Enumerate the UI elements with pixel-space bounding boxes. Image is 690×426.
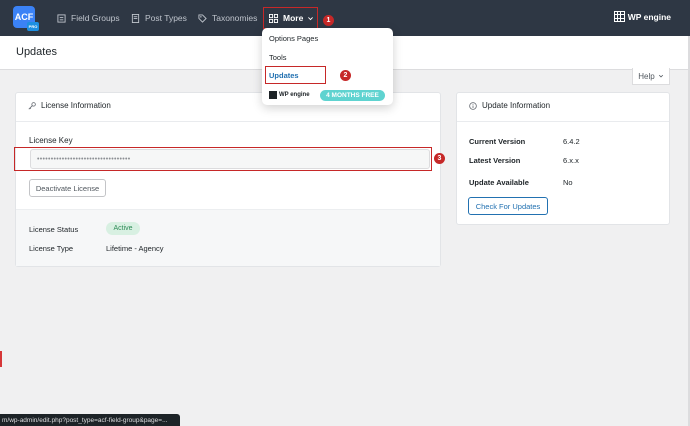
- current-version-label: Current Version: [469, 137, 526, 146]
- deactivate-license-button[interactable]: Deactivate License: [29, 179, 106, 197]
- update-panel-title-text: Update Information: [482, 101, 551, 110]
- chevron-down-icon: [308, 16, 314, 20]
- annotation-highlight-updates: [265, 66, 326, 84]
- nav-post-types-label: Post Types: [145, 13, 187, 23]
- license-panel-title-text: License Information: [41, 101, 111, 110]
- license-type-value: Lifetime - Agency: [106, 244, 164, 253]
- nav-taxonomies-label: Taxonomies: [212, 13, 258, 23]
- tag-icon: [198, 13, 207, 23]
- nav-more-label: More: [283, 13, 304, 23]
- license-details: License Status Active License Type Lifet…: [16, 209, 440, 266]
- latest-version-label: Latest Version: [469, 156, 521, 165]
- menu-item-tools[interactable]: Tools: [269, 53, 287, 62]
- key-icon: [28, 101, 36, 109]
- help-tab-button[interactable]: Help: [632, 68, 670, 85]
- chevron-down-icon: [658, 74, 663, 78]
- promo-badge[interactable]: 4 MONTHS FREE: [320, 90, 385, 101]
- nav-field-groups-label: Field Groups: [71, 13, 120, 23]
- page-title: Updates: [16, 46, 57, 58]
- menu-item-options-pages[interactable]: Options Pages: [269, 34, 318, 43]
- license-panel-title: License Information: [28, 101, 111, 110]
- nav-post-types[interactable]: Post Types: [131, 0, 187, 36]
- divider: [457, 121, 669, 122]
- nav-more-menu[interactable]: More: [263, 7, 318, 29]
- nav-taxonomies[interactable]: Taxonomies: [198, 0, 257, 36]
- acf-logo-text: ACF: [14, 12, 34, 22]
- edge-marker: [0, 351, 2, 367]
- info-icon: [469, 101, 477, 110]
- wp-engine-logo-text: WP engine: [627, 11, 671, 22]
- latest-version-value: 6.x.x: [563, 156, 579, 165]
- current-version-value: 6.4.2: [563, 137, 580, 146]
- dropdown-wp-engine-logo[interactable]: WP engine: [269, 91, 310, 99]
- annotation-highlight-license-key: [14, 147, 432, 171]
- license-key-label: License Key: [29, 136, 73, 145]
- annotation-badge-2: 2: [340, 70, 351, 81]
- status-badge: Active: [106, 222, 140, 235]
- nav-field-groups[interactable]: Field Groups: [57, 0, 120, 36]
- license-status-label: License Status: [29, 225, 79, 234]
- wp-engine-grid-icon: [613, 11, 625, 22]
- annotation-badge-3: 3: [434, 153, 445, 164]
- help-label: Help: [638, 71, 655, 81]
- update-available-value: No: [563, 178, 573, 187]
- browser-status-bar: m/wp-admin/edit.php?post_type=acf-field-…: [0, 414, 180, 426]
- update-available-label: Update Available: [469, 178, 529, 187]
- update-information-panel: Update Information Current Version 6.4.2…: [456, 92, 670, 225]
- annotation-badge-1: 1: [323, 15, 334, 26]
- grid-icon: [269, 13, 278, 23]
- divider: [16, 121, 440, 122]
- license-information-panel: License Information License Key ••••••••…: [15, 92, 441, 267]
- wp-engine-logo[interactable]: WP engine: [613, 11, 671, 22]
- wp-engine-grid-icon: [269, 91, 277, 99]
- post-types-icon: [131, 13, 140, 23]
- pro-badge: PRO: [27, 22, 39, 31]
- license-type-label: License Type: [29, 244, 74, 253]
- field-groups-icon: [57, 13, 66, 23]
- dropdown-wp-engine-text: WP engine: [279, 92, 310, 98]
- check-for-updates-button[interactable]: Check For Updates: [468, 197, 548, 215]
- acf-logo[interactable]: ACF PRO: [13, 6, 39, 31]
- update-panel-title: Update Information: [469, 101, 550, 110]
